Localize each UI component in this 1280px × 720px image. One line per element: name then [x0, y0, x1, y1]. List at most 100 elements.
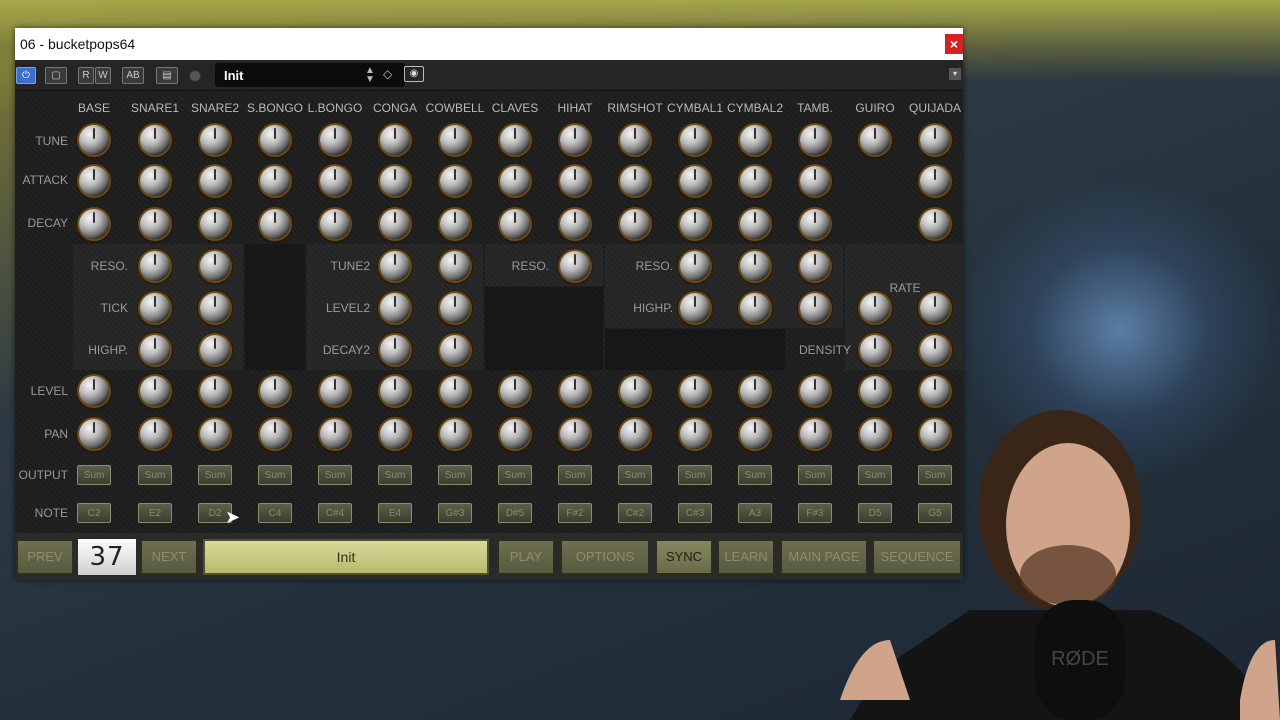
tune-knob[interactable]	[200, 125, 230, 155]
decay-knob[interactable]	[140, 209, 170, 239]
note-select-button[interactable]: C#2	[618, 503, 652, 523]
extra-param-knob[interactable]	[380, 251, 410, 281]
extra-param-knob[interactable]	[200, 293, 230, 323]
decay-knob[interactable]	[740, 209, 770, 239]
decay-knob[interactable]	[79, 209, 109, 239]
note-select-button[interactable]: C#3	[678, 503, 712, 523]
extra-param-knob[interactable]	[440, 251, 470, 281]
pan-knob[interactable]	[680, 419, 710, 449]
attack-knob[interactable]	[140, 166, 170, 196]
output-select-button[interactable]: Sum	[438, 465, 472, 485]
pan-knob[interactable]	[79, 419, 109, 449]
attack-knob[interactable]	[380, 166, 410, 196]
level-knob[interactable]	[380, 376, 410, 406]
tune-knob[interactable]	[680, 125, 710, 155]
decay-knob[interactable]	[920, 209, 950, 239]
attack-knob[interactable]	[620, 166, 650, 196]
compare-icon[interactable]: ▢	[45, 67, 67, 84]
decay-knob[interactable]	[380, 209, 410, 239]
note-select-button[interactable]: E2	[138, 503, 172, 523]
extra-param-knob[interactable]	[140, 293, 170, 323]
extra-param-knob[interactable]	[140, 335, 170, 365]
extra-param-knob[interactable]	[440, 293, 470, 323]
output-select-button[interactable]: Sum	[77, 465, 111, 485]
level-knob[interactable]	[680, 376, 710, 406]
level-knob[interactable]	[260, 376, 290, 406]
extra-param-knob[interactable]	[680, 251, 710, 281]
output-select-button[interactable]: Sum	[378, 465, 412, 485]
output-select-button[interactable]: Sum	[558, 465, 592, 485]
note-select-button[interactable]: E4	[378, 503, 412, 523]
attack-knob[interactable]	[200, 166, 230, 196]
decay-knob[interactable]	[260, 209, 290, 239]
pan-knob[interactable]	[500, 419, 530, 449]
level-knob[interactable]	[560, 376, 590, 406]
extra-param-knob[interactable]	[740, 293, 770, 323]
options-button[interactable]: OPTIONS	[560, 539, 650, 575]
attack-knob[interactable]	[560, 166, 590, 196]
power-icon[interactable]: ⏻	[16, 67, 36, 84]
note-select-button[interactable]: A3	[738, 503, 772, 523]
tune-knob[interactable]	[440, 125, 470, 155]
output-select-button[interactable]: Sum	[258, 465, 292, 485]
pan-knob[interactable]	[260, 419, 290, 449]
tune-knob[interactable]	[920, 125, 950, 155]
settings-menu-icon[interactable]: ▾	[949, 68, 961, 80]
snapshot-camera-icon[interactable]: ◉	[404, 66, 424, 82]
decay-knob[interactable]	[320, 209, 350, 239]
attack-knob[interactable]	[320, 166, 350, 196]
preset-display[interactable]: Init	[203, 539, 489, 575]
level-knob[interactable]	[440, 376, 470, 406]
attack-knob[interactable]	[500, 166, 530, 196]
close-button[interactable]: ×	[945, 34, 963, 54]
note-select-button[interactable]: C#4	[318, 503, 352, 523]
prev-button[interactable]: PREV	[16, 539, 74, 575]
decay-knob[interactable]	[200, 209, 230, 239]
extra-param-knob[interactable]	[560, 251, 590, 281]
tune-knob[interactable]	[79, 125, 109, 155]
tune-knob[interactable]	[140, 125, 170, 155]
preset-menu-icon[interactable]: ◇	[383, 67, 392, 81]
level-knob[interactable]	[140, 376, 170, 406]
tune-knob[interactable]	[260, 125, 290, 155]
output-select-button[interactable]: Sum	[138, 465, 172, 485]
output-select-button[interactable]: Sum	[498, 465, 532, 485]
pattern-counter[interactable]: 37	[78, 539, 136, 575]
pan-knob[interactable]	[380, 419, 410, 449]
extra-param-knob[interactable]	[860, 293, 890, 323]
output-select-button[interactable]: Sum	[678, 465, 712, 485]
preset-selector[interactable]: Init ▲ ▼ ◇	[215, 63, 405, 87]
level-knob[interactable]	[320, 376, 350, 406]
output-select-button[interactable]: Sum	[618, 465, 652, 485]
tune-knob[interactable]	[860, 125, 890, 155]
decay-knob[interactable]	[680, 209, 710, 239]
extra-param-knob[interactable]	[200, 335, 230, 365]
extra-param-knob[interactable]	[800, 251, 830, 281]
ab-compare-button[interactable]: AB	[122, 67, 144, 84]
tune-knob[interactable]	[500, 125, 530, 155]
output-select-button[interactable]: Sum	[738, 465, 772, 485]
preset-arrows-icon[interactable]: ▲ ▼	[365, 66, 375, 85]
write-automation-button[interactable]: W	[95, 67, 111, 84]
note-select-button[interactable]: C2	[77, 503, 111, 523]
output-select-button[interactable]: Sum	[198, 465, 232, 485]
pan-knob[interactable]	[320, 419, 350, 449]
tune-knob[interactable]	[380, 125, 410, 155]
read-automation-button[interactable]: R	[78, 67, 94, 84]
pan-knob[interactable]	[140, 419, 170, 449]
decay-knob[interactable]	[500, 209, 530, 239]
note-select-button[interactable]: D#5	[498, 503, 532, 523]
play-button[interactable]: PLAY	[497, 539, 555, 575]
extra-param-knob[interactable]	[200, 251, 230, 281]
decay-knob[interactable]	[440, 209, 470, 239]
extra-param-knob[interactable]	[440, 335, 470, 365]
note-select-button[interactable]: C4	[258, 503, 292, 523]
tune-knob[interactable]	[800, 125, 830, 155]
pan-knob[interactable]	[740, 419, 770, 449]
attack-knob[interactable]	[740, 166, 770, 196]
tune-knob[interactable]	[620, 125, 650, 155]
pan-knob[interactable]	[620, 419, 650, 449]
extra-param-knob[interactable]	[740, 251, 770, 281]
attack-knob[interactable]	[920, 166, 950, 196]
extra-param-knob[interactable]	[380, 335, 410, 365]
